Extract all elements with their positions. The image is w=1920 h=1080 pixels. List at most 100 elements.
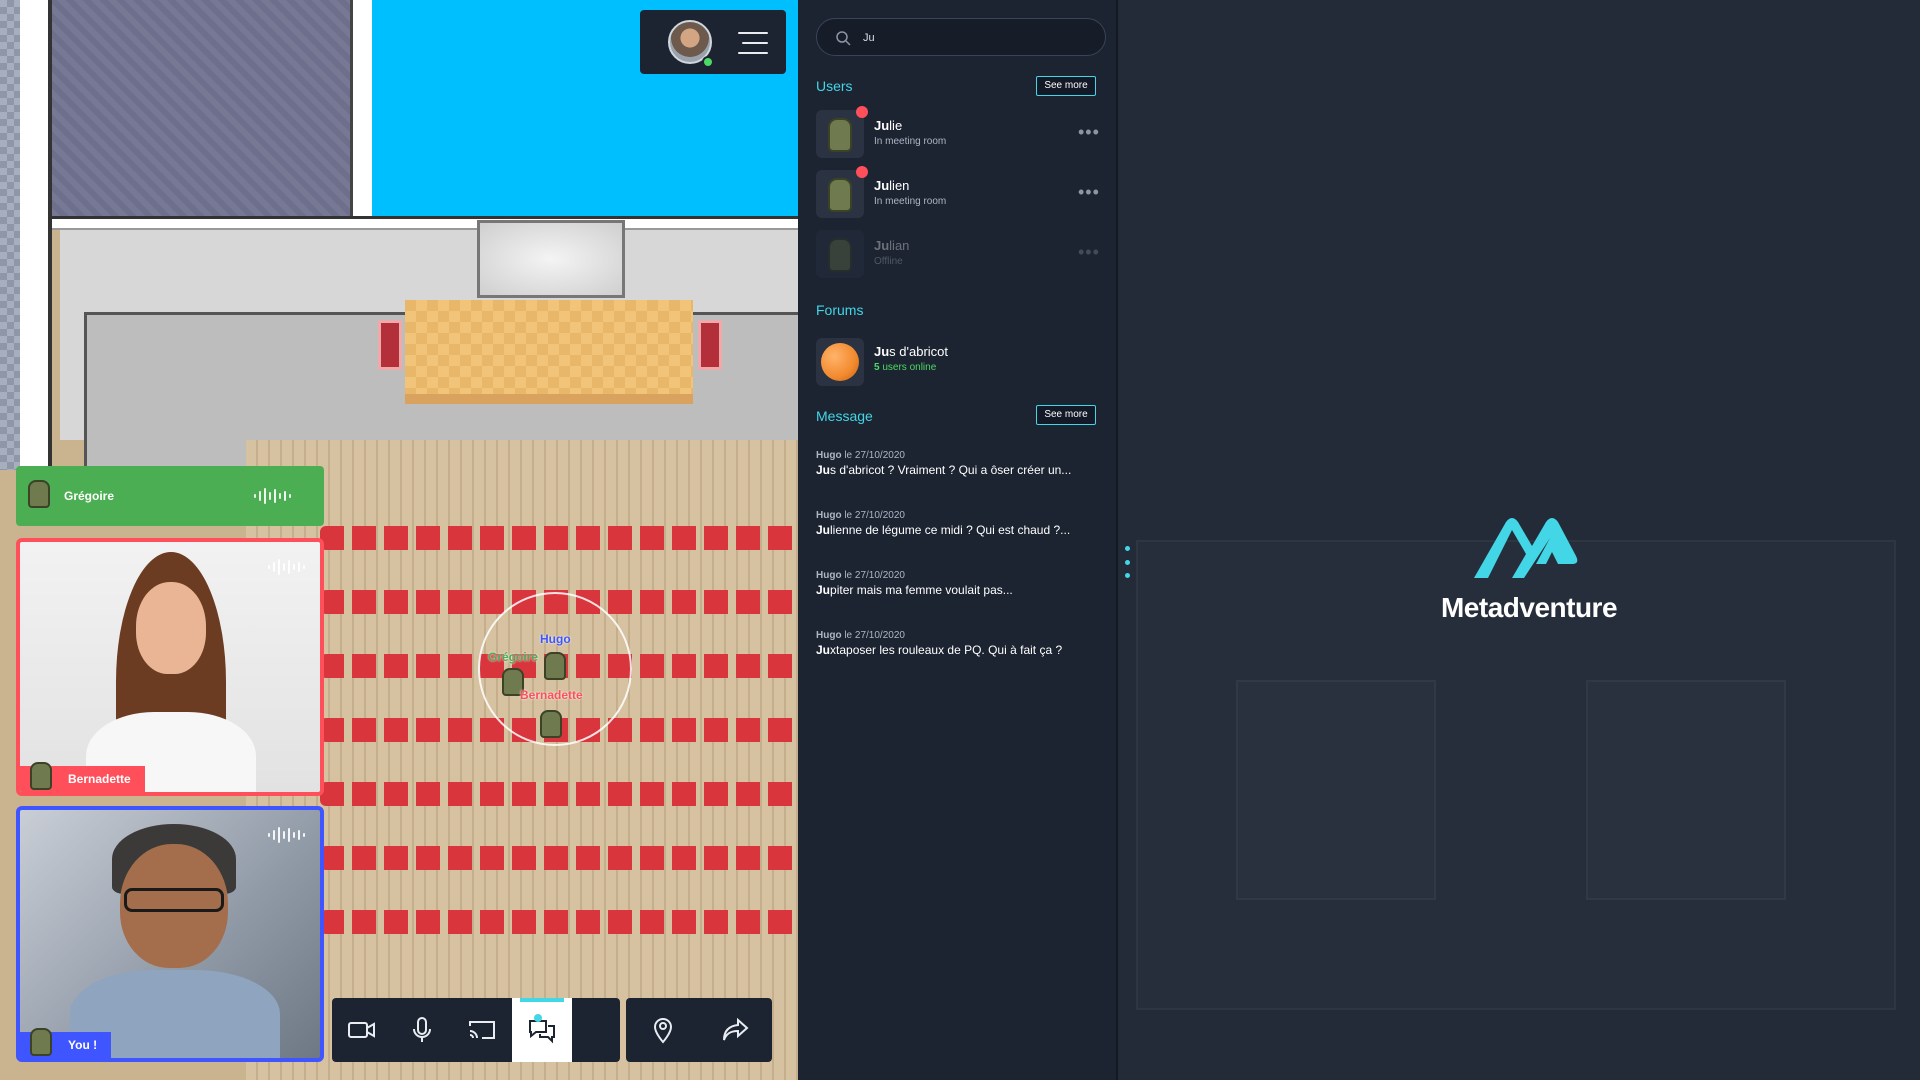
forum-result[interactable]: Jus d'abricot 5 users online <box>816 338 1106 386</box>
forum-name: Jus d'abricot <box>874 344 949 359</box>
avatar <box>816 230 864 278</box>
message-meta: Hugo le 27/10/2020 <box>816 510 905 521</box>
lounge-room <box>52 0 352 216</box>
message-text: Juxtaposer les rouleaux de PQ. Qui à fai… <box>816 643 1063 657</box>
avatar <box>30 1028 52 1056</box>
share-button[interactable] <box>699 998 772 1062</box>
share-icon <box>722 1017 749 1041</box>
avatar <box>28 480 50 508</box>
online-status-dot <box>702 56 714 68</box>
video-tile-bernadette[interactable]: Bernadette <box>16 538 324 796</box>
message-result[interactable]: Hugo le 27/10/2020 Jupiter mais ma femme… <box>816 570 1106 597</box>
game-map[interactable]: Hugo Grégoire Bernadette Grégoire Bernad… <box>0 0 798 1080</box>
search-panel: Users See more Julie In meeting room •••… <box>798 0 1116 1080</box>
avatar <box>30 762 52 790</box>
video-name-label: You ! <box>20 1028 112 1058</box>
screen-share-button[interactable] <box>452 998 512 1062</box>
player-name-tag: Bernadette <box>520 688 583 702</box>
locate-button[interactable] <box>626 998 699 1062</box>
user-status: Offline <box>874 256 903 267</box>
speaker-name: Grégoire <box>64 489 115 503</box>
brand-logo: Metadventure <box>1414 512 1654 632</box>
user-status: In meeting room <box>874 196 947 207</box>
player-avatar[interactable] <box>540 710 562 738</box>
busy-status-dot <box>856 166 868 178</box>
user-result-julien[interactable]: Julien In meeting room ••• <box>816 166 1106 222</box>
message-text: Jupiter mais ma femme voulait pas... <box>816 583 1013 597</box>
notification-dot <box>534 1014 542 1022</box>
floor-pattern <box>0 0 20 470</box>
seat-row <box>320 782 798 806</box>
user-name: Julian <box>874 238 910 253</box>
video-tile-self[interactable]: You ! <box>16 806 324 1062</box>
messages-see-more-button[interactable]: See more <box>1036 405 1096 425</box>
navigation-toolbar <box>626 998 772 1062</box>
message-meta: Hugo le 27/10/2020 <box>816 450 905 461</box>
hamburger-menu-icon[interactable] <box>738 32 768 54</box>
location-pin-icon <box>653 1018 672 1044</box>
avatar <box>816 170 864 218</box>
video-name-label: Bernadette <box>20 762 145 792</box>
seat-row <box>320 846 798 870</box>
camera-icon <box>348 1022 375 1038</box>
wall <box>350 0 372 216</box>
face <box>136 582 206 674</box>
message-meta: Hugo le 27/10/2020 <box>816 570 905 581</box>
user-result-julian[interactable]: Julian Offline ••• <box>816 230 1106 282</box>
audio-wave-icon <box>268 558 312 576</box>
background-map <box>1236 680 1436 900</box>
avatar <box>816 110 864 158</box>
camera-button[interactable] <box>332 998 392 1062</box>
background-map <box>1586 680 1786 900</box>
screen-share-icon <box>469 1021 495 1039</box>
wall <box>52 216 798 230</box>
microphone-icon <box>413 1017 431 1042</box>
stage <box>405 300 693 404</box>
media-toolbar <box>332 998 620 1062</box>
audio-wave-icon <box>254 487 298 505</box>
player-avatar[interactable] <box>544 652 566 680</box>
user-status: In meeting room <box>874 136 947 147</box>
chat-button[interactable] <box>512 998 572 1062</box>
seat-row <box>320 526 798 550</box>
messages-section-title: Message <box>816 408 873 424</box>
message-result[interactable]: Hugo le 27/10/2020 Jus d'abricot ? Vraim… <box>816 450 1106 477</box>
busy-status-dot <box>856 106 868 118</box>
forum-avatar <box>816 338 864 386</box>
resize-handle-icon[interactable] <box>1124 546 1130 578</box>
message-result[interactable]: Hugo le 27/10/2020 Julienne de légume ce… <box>816 510 1106 537</box>
message-meta: Hugo le 27/10/2020 <box>816 630 905 641</box>
glasses <box>124 888 224 912</box>
search-bar[interactable] <box>816 18 1106 56</box>
user-name: Julie <box>874 118 903 133</box>
participant-name: You ! <box>68 1038 98 1052</box>
user-name: Julien <box>874 178 910 193</box>
forums-section-title: Forums <box>816 302 864 318</box>
microphone-button[interactable] <box>392 998 452 1062</box>
forum-online-count: 5 users online <box>874 362 937 373</box>
more-options-icon[interactable]: ••• <box>1078 242 1100 263</box>
seat-row <box>320 910 798 934</box>
chat-icon <box>529 1020 555 1044</box>
wall <box>20 0 52 470</box>
users-see-more-button[interactable]: See more <box>1036 76 1096 96</box>
user-menu[interactable] <box>640 10 786 74</box>
more-options-icon[interactable]: ••• <box>1078 182 1100 203</box>
users-section-title: Users <box>816 78 853 94</box>
message-result[interactable]: Hugo le 27/10/2020 Juxtaposer les roulea… <box>816 630 1106 657</box>
more-options-icon[interactable]: ••• <box>1078 122 1100 143</box>
metadventure-logo-icon <box>1474 518 1578 578</box>
user-result-julie[interactable]: Julie In meeting room ••• <box>816 106 1106 162</box>
projector-screen <box>477 220 625 298</box>
panel-divider <box>1116 0 1118 1080</box>
search-icon <box>836 31 851 46</box>
search-input[interactable] <box>863 28 1083 48</box>
side-content-area: Metadventure <box>1116 0 1920 1080</box>
participant-name: Bernadette <box>68 772 131 786</box>
curtain <box>378 320 402 370</box>
player-name-tag: Hugo <box>540 632 571 646</box>
audio-wave-icon <box>268 826 312 844</box>
brand-name: Metadventure <box>1440 592 1618 623</box>
player-name-tag: Grégoire <box>488 650 539 664</box>
message-text: Julienne de légume ce midi ? Qui est cha… <box>816 523 1071 537</box>
